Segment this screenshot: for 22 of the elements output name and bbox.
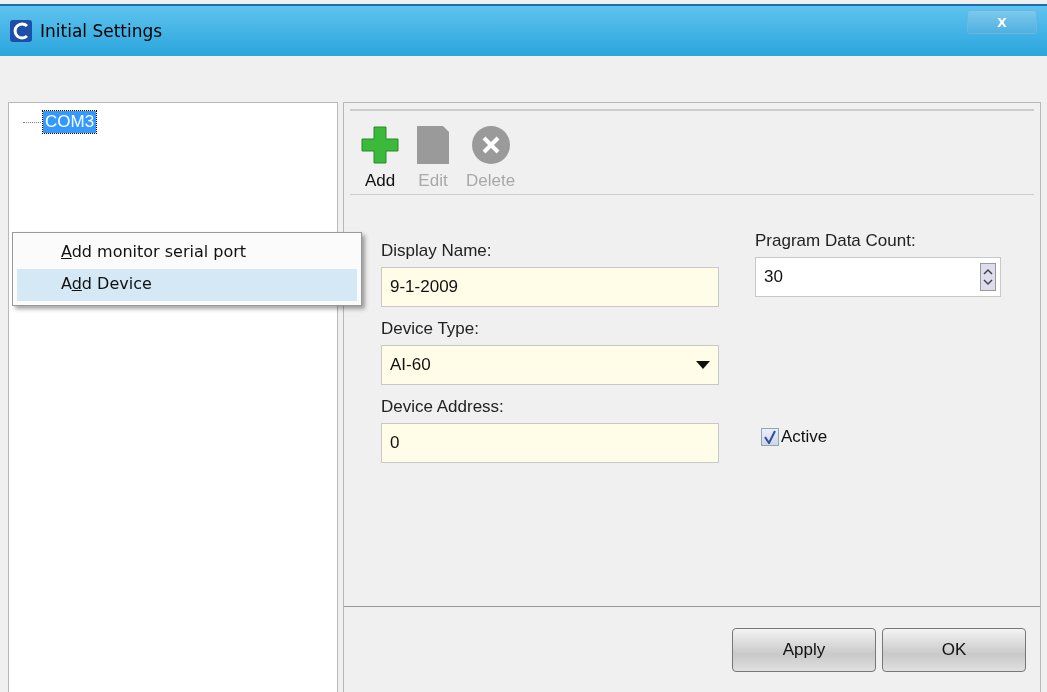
app-icon <box>10 20 32 42</box>
menu-item[interactable]: Add monitor serial port <box>17 237 357 269</box>
close-circle-icon <box>470 125 511 165</box>
spinner-field[interactable]: 30 <box>755 257 1001 297</box>
field-label: Pragram Data Count: <box>755 231 917 251</box>
input-field[interactable]: 9-1-2009 <box>381 267 719 307</box>
dialog-button[interactable]: Apply <box>732 628 876 672</box>
plus-icon <box>360 125 400 165</box>
dropdown[interactable]: AI-60 <box>381 345 719 385</box>
checkbox[interactable] <box>761 428 779 446</box>
window-title: Initial Settings <box>40 21 163 41</box>
menu-item[interactable]: Add Device <box>17 269 357 301</box>
field-label: Display Name: <box>381 241 493 261</box>
caret-icon <box>696 361 710 369</box>
spin-arrows-icon[interactable] <box>980 263 996 291</box>
document-icon <box>416 125 450 165</box>
checkbox-label: Active <box>781 427 828 447</box>
toolbar-button[interactable]: Add <box>360 125 400 191</box>
field-label: Device Type: <box>381 319 480 339</box>
field-label: Device Address: <box>381 397 505 417</box>
dialog-button[interactable]: OK <box>882 628 1026 672</box>
input-field[interactable]: 0 <box>381 423 719 463</box>
